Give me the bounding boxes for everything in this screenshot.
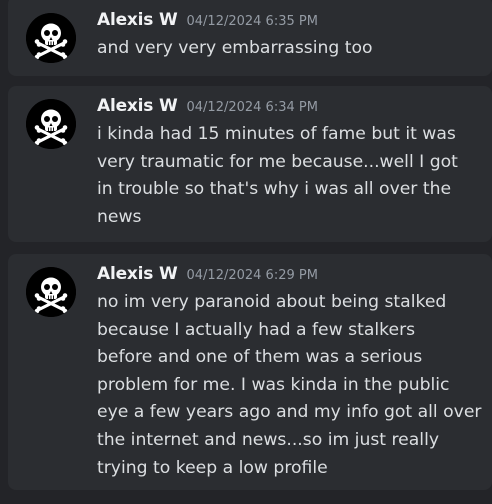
message-text: i kinda had 15 minutes of fame but it wa…	[97, 121, 478, 231]
message-header: Alexis W 04/12/2024 6:29 PM	[97, 264, 478, 288]
author-name[interactable]: Alexis W	[97, 264, 178, 284]
message-timestamp: 04/12/2024 6:34 PM	[186, 100, 318, 115]
author-name[interactable]: Alexis W	[97, 96, 178, 116]
message-text: and very very embarrassing too	[97, 35, 478, 63]
message-line: before and one of them was a serious	[97, 347, 423, 368]
message-line: very traumatic for me because...well I g…	[97, 151, 458, 172]
message-timestamp: 04/12/2024 6:35 PM	[186, 14, 318, 29]
message-item[interactable]: Alexis W 04/12/2024 6:34 PM i kinda had …	[8, 86, 492, 242]
message-line: because I actually had a few stalkers	[97, 319, 416, 340]
message-item[interactable]: Alexis W 04/12/2024 6:35 PM and very ver…	[8, 0, 492, 76]
message-line: eye a few years ago and my info got all …	[97, 402, 482, 423]
message-header: Alexis W 04/12/2024 6:35 PM	[97, 10, 478, 34]
message-line: news	[97, 206, 142, 227]
skull-crossbones-icon[interactable]	[26, 99, 76, 149]
message-line: trying to keep a low profile	[97, 457, 328, 478]
message-line: the internet and news...so im just reall…	[97, 429, 440, 450]
message-line: problem for me. I was kinda in the publi…	[97, 374, 450, 395]
skull-crossbones-icon[interactable]	[26, 13, 76, 63]
message-line: i kinda had 15 minutes of fame but it wa…	[97, 124, 456, 144]
message-header: Alexis W 04/12/2024 6:34 PM	[97, 96, 478, 120]
author-name[interactable]: Alexis W	[97, 10, 178, 30]
message-text: no im very paranoid about being stalked …	[97, 289, 482, 482]
message-content: Alexis W 04/12/2024 6:35 PM and very ver…	[97, 10, 478, 63]
message-feed: Alexis W 04/12/2024 6:35 PM and very ver…	[0, 0, 492, 504]
message-line: in trouble so that's why i was all over …	[97, 179, 452, 200]
message-timestamp: 04/12/2024 6:29 PM	[186, 268, 318, 283]
message-content: Alexis W 04/12/2024 6:29 PM no im very p…	[97, 264, 482, 482]
message-item[interactable]: Alexis W 04/12/2024 6:29 PM no im very p…	[8, 254, 492, 490]
skull-crossbones-icon[interactable]	[26, 267, 76, 317]
message-content: Alexis W 04/12/2024 6:34 PM i kinda had …	[97, 96, 478, 231]
message-line: no im very paranoid about being stalked	[97, 292, 447, 312]
message-line: and very very embarrassing too	[97, 38, 373, 58]
